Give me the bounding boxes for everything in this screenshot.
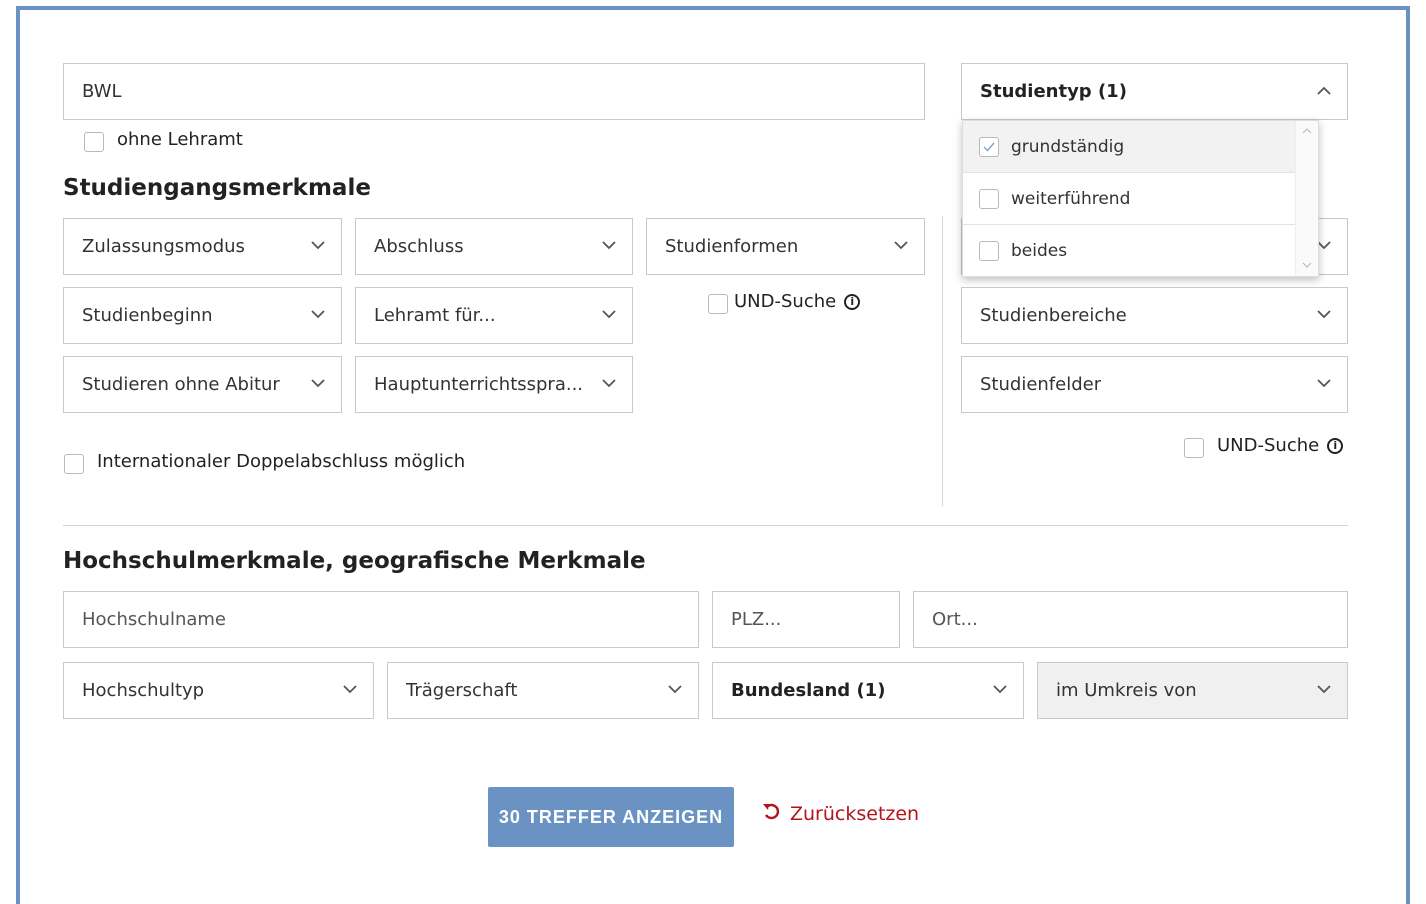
und-suche-label: UND-Suche i xyxy=(734,291,861,312)
studieren-ohne-abitur-select[interactable]: Studieren ohne Abitur xyxy=(63,356,342,413)
studientyp-select[interactable]: Studientyp (1) xyxy=(961,63,1348,120)
ort-input[interactable]: Ort... xyxy=(913,591,1348,648)
abschluss-select[interactable]: Abschluss xyxy=(355,218,633,275)
search-input-value: BWL xyxy=(82,81,122,102)
bundesland-select[interactable]: Bundesland (1) xyxy=(712,662,1024,719)
chevron-down-icon xyxy=(311,309,325,322)
chevron-down-icon xyxy=(1317,378,1331,391)
hauptunterrichtssprache-select[interactable]: Hauptunterrichtsspra... xyxy=(355,356,633,413)
select-label: Trägerschaft xyxy=(406,680,518,701)
studientyp-option-weiterfuehrend[interactable]: weiterführend xyxy=(963,173,1297,225)
right-und-suche-label: UND-Suche i xyxy=(1217,435,1344,456)
section-divider xyxy=(63,525,1348,526)
doppelabschluss-label: Internationaler Doppelabschluss möglich xyxy=(97,451,466,472)
option-label: grundständig xyxy=(1011,136,1125,157)
checkbox-checked[interactable] xyxy=(979,136,999,157)
hochschultyp-select[interactable]: Hochschultyp xyxy=(63,662,374,719)
chevron-down-icon xyxy=(602,378,616,391)
und-suche-checkbox[interactable] xyxy=(708,294,728,314)
chevron-down-icon xyxy=(894,240,908,253)
zulassungsmodus-select[interactable]: Zulassungsmodus xyxy=(63,218,342,275)
select-label: Studienfelder xyxy=(980,374,1102,395)
info-icon[interactable]: i xyxy=(844,294,861,310)
chevron-down-icon xyxy=(668,684,682,697)
ohne-lehramt-label: ohne Lehramt xyxy=(117,129,243,150)
search-input[interactable]: BWL xyxy=(63,63,925,120)
checkbox[interactable] xyxy=(979,188,999,209)
studienfelder-select[interactable]: Studienfelder xyxy=(961,356,1348,413)
chevron-down-icon xyxy=(343,684,357,697)
chevron-down-icon xyxy=(993,684,1007,697)
studienbereiche-select[interactable]: Studienbereiche xyxy=(961,287,1348,344)
chevron-down-icon xyxy=(1317,684,1331,697)
select-label: im Umkreis von xyxy=(1056,680,1197,701)
select-label: Zulassungsmodus xyxy=(82,236,245,257)
select-label: Bundesland (1) xyxy=(731,680,886,701)
umkreis-select[interactable]: im Umkreis von xyxy=(1037,662,1348,719)
select-label: Hauptunterrichtsspra... xyxy=(374,374,584,395)
select-label: Studieren ohne Abitur xyxy=(82,374,280,395)
studientyp-dropdown: grundständig weiterführend beides xyxy=(962,120,1319,277)
select-label: Hochschultyp xyxy=(82,680,205,701)
hochschule-heading: Hochschulmerkmale, geografische Merkmale xyxy=(63,548,646,574)
show-results-button[interactable]: 30 TREFFER ANZEIGEN xyxy=(488,787,734,847)
select-label: Abschluss xyxy=(374,236,464,257)
reset-label: Zurücksetzen xyxy=(790,802,920,825)
chevron-down-icon xyxy=(602,240,616,253)
lehramt-fuer-select[interactable]: Lehramt für... xyxy=(355,287,633,344)
option-label: weiterführend xyxy=(1011,188,1131,209)
und-suche-text: UND-Suche xyxy=(1217,435,1320,456)
select-label: Studientyp (1) xyxy=(980,81,1127,102)
chevron-down-icon xyxy=(1317,309,1331,322)
select-label: Studienbereiche xyxy=(980,305,1127,326)
option-label: beides xyxy=(1011,241,1068,261)
info-icon[interactable]: i xyxy=(1327,438,1344,454)
doppelabschluss-checkbox[interactable] xyxy=(64,454,84,474)
select-label: Studienbeginn xyxy=(82,305,213,326)
chevron-down-icon xyxy=(602,309,616,322)
input-placeholder: PLZ... xyxy=(731,609,782,630)
input-placeholder: Hochschulname xyxy=(82,609,226,630)
dropdown-scrollbar[interactable] xyxy=(1295,121,1318,276)
studienformen-select[interactable]: Studienformen xyxy=(646,218,925,275)
plz-input[interactable]: PLZ... xyxy=(712,591,900,648)
traegerschaft-select[interactable]: Trägerschaft xyxy=(387,662,699,719)
und-suche-text: UND-Suche xyxy=(734,291,837,312)
input-placeholder: Ort... xyxy=(932,609,978,630)
reset-link[interactable]: Zurücksetzen xyxy=(762,802,919,825)
studienbeginn-select[interactable]: Studienbeginn xyxy=(63,287,342,344)
select-label: Studienformen xyxy=(665,236,799,257)
right-und-suche-checkbox[interactable] xyxy=(1184,438,1204,458)
studientyp-option-grundstaendig[interactable]: grundständig xyxy=(963,121,1297,173)
select-label: Lehramt für... xyxy=(374,305,496,326)
studientyp-option-beides[interactable]: beides xyxy=(963,225,1297,277)
hochschulname-input[interactable]: Hochschulname xyxy=(63,591,699,648)
chevron-up-icon xyxy=(1317,86,1331,98)
studiengang-heading: Studiengangsmerkmale xyxy=(63,175,371,201)
ohne-lehramt-checkbox[interactable] xyxy=(84,132,104,152)
chevron-down-icon xyxy=(311,240,325,253)
column-divider xyxy=(942,216,943,506)
checkbox[interactable] xyxy=(979,241,999,261)
chevron-down-icon xyxy=(311,378,325,391)
undo-icon xyxy=(762,802,782,825)
